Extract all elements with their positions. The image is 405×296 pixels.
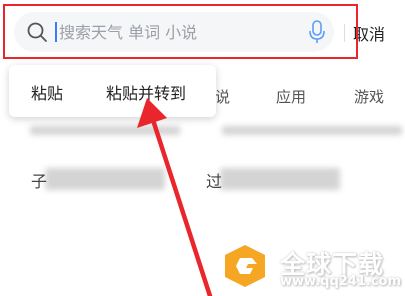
blurred-content [222, 126, 402, 135]
divider [344, 24, 345, 42]
blurred-content [220, 168, 340, 190]
cancel-button[interactable]: 取消 [353, 21, 385, 45]
screen: 取消 说 应用 游戏 子 过 粘贴 粘贴并转到 全球下载 www.qq241.c… [0, 0, 405, 296]
paste-and-go-button[interactable]: 粘贴并转到 [106, 80, 186, 104]
watermark-logo-icon [225, 245, 265, 287]
content-fragment: 过 [206, 172, 223, 191]
content-fragment: 子 [31, 172, 48, 191]
tab-games[interactable]: 游戏 [354, 86, 384, 107]
paste-popup: 粘贴 粘贴并转到 [9, 65, 216, 117]
mic-icon[interactable] [306, 19, 328, 45]
blurred-content [30, 126, 180, 135]
search-input[interactable] [59, 20, 289, 44]
blurred-content [45, 168, 165, 190]
paste-button[interactable]: 粘贴 [31, 80, 63, 104]
search-icon [27, 22, 47, 42]
tab-apps[interactable]: 应用 [276, 86, 306, 107]
watermark-url: www.qq241.com [280, 274, 402, 289]
tab-novels[interactable]: 说 [215, 86, 230, 107]
text-caret [55, 22, 57, 42]
